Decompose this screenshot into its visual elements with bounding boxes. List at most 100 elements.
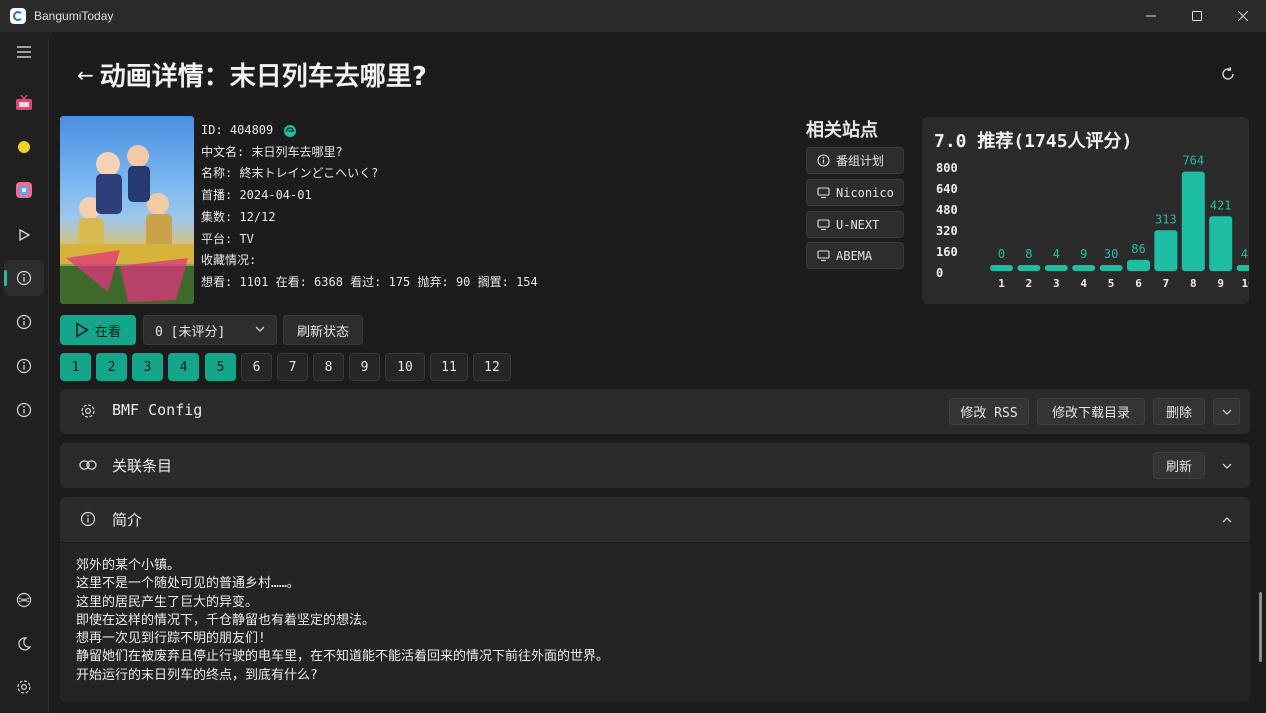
collapse-summary-button[interactable] [1213, 506, 1240, 533]
bar-value-label: 8 [1025, 247, 1032, 261]
y-tick-label: 0 [936, 266, 943, 280]
episode-button[interactable]: 10 [385, 353, 425, 381]
related-entries-expander: 关联条目 刷新 [60, 443, 1250, 488]
info-icon [78, 509, 98, 529]
episode-button[interactable]: 6 [241, 353, 272, 381]
info-collection-stats: 想看: 1101 在看: 6368 看过: 175 抛弃: 90 搁置: 154 [201, 274, 538, 289]
edit-rss-button[interactable]: 修改 RSS [949, 398, 1029, 425]
x-tick-label: 9 [1217, 277, 1224, 290]
bmf-config-title: BMF Config [112, 401, 203, 419]
rating-bar [1154, 230, 1178, 271]
page-header: ← 动画详情：末日列车去哪里? [77, 56, 427, 93]
maximize-button[interactable] [1174, 0, 1220, 32]
site-button-unext[interactable]: U-NEXT [806, 211, 904, 238]
bmf-config-header[interactable]: BMF Config 修改 RSS 修改下载目录 删除 [60, 389, 1250, 433]
minimize-icon [1146, 15, 1156, 17]
moon-icon [18, 637, 32, 651]
summary-line: 开始运行的末日列车的终点，到底有什么? [76, 667, 318, 683]
info-collection-label: 收藏情况: [201, 253, 257, 268]
sidebar-item-detail-4[interactable] [4, 392, 44, 428]
sidebar-item-bangumi[interactable] [4, 172, 44, 208]
episode-button[interactable]: 3 [132, 353, 163, 381]
rating-bar [1181, 171, 1205, 271]
sidebar-item-detail-3[interactable] [4, 348, 44, 384]
rating-bar [1099, 265, 1123, 271]
sidebar-item-detail-2[interactable] [4, 304, 44, 340]
site-label: Niconico [836, 185, 894, 200]
x-tick-label: 4 [1080, 277, 1087, 290]
summary-line: 即使在这样的情况下，千仓静留也有着坚定的想法。 [76, 612, 376, 628]
summary-title: 简介 [112, 511, 143, 529]
sidebar-item-today[interactable] [4, 85, 44, 121]
x-tick-label: 3 [1053, 277, 1060, 290]
info-icon [16, 270, 32, 286]
episode-button[interactable]: 4 [168, 353, 199, 381]
hamburger-menu-button[interactable] [4, 34, 44, 70]
hamburger-icon [17, 46, 31, 58]
edge-browser-icon[interactable] [283, 124, 297, 138]
reload-icon [1222, 66, 1234, 80]
window-title: BangumiToday [34, 9, 114, 23]
sidebar-item-settings[interactable] [4, 669, 44, 705]
site-label: U-NEXT [836, 217, 880, 232]
summary-line: 静留她们在被废弃且停止行驶的电车里，在不知道能不能活着回来的情况下前往外面的世界… [76, 649, 610, 665]
site-button-niconico[interactable]: Niconico [806, 179, 904, 206]
episode-button[interactable]: 1 [60, 353, 91, 381]
info-icon [16, 402, 32, 418]
y-tick-label: 480 [936, 203, 958, 217]
sidebar-item-network[interactable] [4, 582, 44, 618]
episode-button[interactable]: 2 [96, 353, 127, 381]
close-button[interactable] [1220, 0, 1266, 32]
episode-button[interactable]: 8 [313, 353, 344, 381]
x-tick-label: 6 [1135, 277, 1142, 290]
chevron-up-icon [1222, 516, 1231, 522]
info-episodes: 集数: 12/12 [201, 209, 276, 224]
info-icon [16, 358, 32, 374]
episode-button[interactable]: 9 [349, 353, 380, 381]
monitor-icon [817, 187, 830, 199]
info-icon [16, 314, 32, 330]
rating-bar [1072, 265, 1096, 271]
bar-value-label: 9 [1080, 247, 1087, 261]
watch-status-label: 在看 [94, 324, 121, 340]
episode-button[interactable]: 5 [205, 353, 236, 381]
expand-related-button[interactable] [1213, 452, 1240, 479]
play-icon [76, 322, 89, 338]
site-button-bangumi[interactable]: 番组计划 [806, 147, 904, 174]
info-platform: 平台: TV [201, 231, 254, 246]
network-icon [16, 592, 32, 608]
bar-value-label: 86 [1131, 242, 1145, 256]
info-id: ID: 404809 [201, 123, 274, 137]
minimize-button[interactable] [1128, 0, 1174, 32]
summary-text: 郊外的某个小镇。 这里不是一个随处可见的普通乡村……。 这里的居民产生了巨大的异… [60, 542, 1250, 702]
sidebar-item-theme[interactable] [4, 626, 44, 662]
rating-bar [1236, 265, 1249, 271]
y-tick-label: 160 [936, 245, 958, 259]
refresh-status-button[interactable]: 刷新状态 [283, 315, 363, 345]
bar-value-label: 45 [1241, 247, 1249, 261]
play-icon [19, 228, 31, 242]
expand-bmf-button[interactable] [1213, 398, 1240, 425]
edit-download-dir-button[interactable]: 修改下载目录 [1037, 398, 1145, 425]
delete-config-button[interactable]: 删除 [1153, 398, 1205, 425]
sidebar-item-detail-active[interactable] [4, 260, 44, 296]
related-entries-header[interactable]: 关联条目 刷新 [60, 443, 1250, 487]
sidebar-item-play[interactable] [4, 217, 44, 253]
bar-value-label: 4 [1053, 247, 1060, 261]
sidebar-item-calendar[interactable] [4, 129, 44, 165]
summary-header[interactable]: 简介 [60, 497, 1250, 541]
back-arrow-icon[interactable]: ← [77, 63, 94, 87]
sites-title: 相关站点 [806, 120, 878, 141]
info-id-row: ID: 404809 [201, 120, 538, 142]
episode-button[interactable]: 12 [473, 353, 511, 381]
reload-page-button[interactable] [1216, 62, 1240, 86]
refresh-related-button[interactable]: 刷新 [1153, 452, 1205, 479]
episode-button[interactable]: 11 [430, 353, 468, 381]
episode-button[interactable]: 7 [277, 353, 308, 381]
watch-status-button[interactable]: 在看 [60, 315, 136, 345]
site-button-abema[interactable]: ABEMA [806, 242, 904, 269]
rating-select[interactable]: 0 [未评分] [143, 315, 277, 345]
vertical-scrollbar[interactable] [1259, 592, 1262, 662]
monitor-icon [817, 219, 830, 231]
rating-bar-chart: 800 640 480 320 160 0 0 1 8 2 4 3 9 4 30 5 86 6 313 7 764 8 42… [936, 154, 1249, 290]
